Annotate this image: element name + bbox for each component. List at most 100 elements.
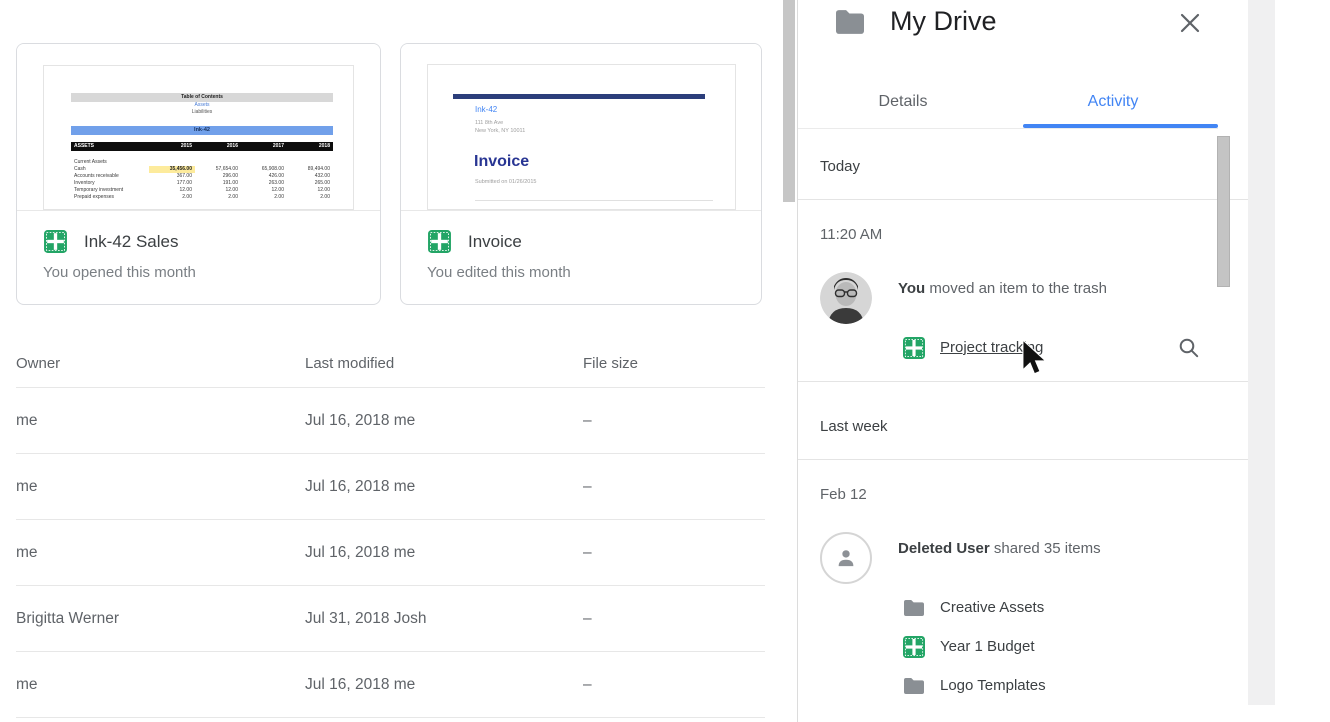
suggested-file-card-invoice[interactable]: Ink-42 111 8th Ave New York, NY 10011 In…	[400, 43, 762, 305]
feed-section: Last weekFeb 12Deleted User shared 35 it…	[798, 382, 1248, 705]
feed-divider	[798, 199, 1248, 200]
sheet-row: Current Assets	[71, 159, 333, 166]
file-thumbnail-invoice[interactable]: Ink-42 111 8th Ave New York, NY 10011 In…	[401, 44, 761, 211]
cell-last-modified: Jul 31, 2018 Josh	[305, 610, 583, 628]
invoice-company: Ink-42	[475, 105, 497, 114]
cell-last-modified: Jul 16, 2018 me	[305, 544, 583, 562]
column-header-owner[interactable]: Owner	[16, 355, 305, 372]
sheet-toc-title: Table of Contents	[71, 93, 333, 102]
folder-icon	[833, 8, 867, 36]
feed-entry-body: Deleted User shared 35 items Creative Ass…	[898, 532, 1200, 705]
cell-file-size: –	[583, 610, 765, 628]
invoice-preview-page: Ink-42 111 8th Ave New York, NY 10011 In…	[427, 64, 736, 210]
close-icon[interactable]	[1175, 8, 1205, 38]
column-header-file-size[interactable]: File size	[583, 355, 765, 372]
tab-bar-border	[798, 128, 1218, 129]
table-row[interactable]: meJul 16, 2018 me–	[16, 520, 765, 586]
feed-file-name[interactable]: Project tracking	[940, 339, 1043, 356]
sheet-data-rows: Current AssetsCash35,456.0057,654.0065,9…	[71, 159, 333, 201]
sheet-cell: 2.00	[149, 194, 195, 201]
sheet-cell: 12.00	[195, 187, 241, 194]
user-avatar	[820, 272, 872, 324]
feed-actor: Deleted User	[898, 540, 990, 557]
sheet-header-cell: 2016	[195, 142, 241, 151]
table-row[interactable]: meJul 16, 2018 me–	[16, 454, 765, 520]
cell-file-size: –	[583, 544, 765, 562]
sheet-cell: 12.00	[287, 187, 333, 194]
sheet-banner: Ink-42	[71, 126, 333, 135]
cell-owner: me	[16, 478, 305, 496]
file-title[interactable]: Ink-42 Sales	[84, 232, 179, 252]
file-list: Owner Last modified File size meJul 16, …	[16, 340, 765, 718]
tab-details[interactable]: Details	[798, 82, 1008, 128]
sheet-toc-link-assets: Assets	[71, 102, 333, 109]
card-footer: Invoice You edited this month	[401, 211, 761, 283]
main-scrollbar[interactable]	[783, 0, 795, 202]
file-activity-hint: You edited this month	[427, 263, 761, 283]
feed-file-row[interactable]: Year 1 Budget	[898, 627, 1200, 666]
sheet-cell	[241, 159, 287, 166]
sheet-header-cell: 2018	[287, 142, 333, 151]
feed-entry-description: Deleted User shared 35 items	[898, 538, 1200, 560]
cell-last-modified: Jul 16, 2018 me	[305, 478, 583, 496]
sheet-cell: Cash	[71, 166, 149, 173]
invoice-divider	[475, 200, 713, 201]
feed-section-header: Today	[798, 130, 1248, 199]
invoice-heading: Invoice	[474, 153, 529, 171]
feed-file-name[interactable]: Creative Assets	[940, 599, 1044, 616]
suggested-file-card-ink42-sales[interactable]: Table of Contents Assets Liabilities Ink…	[16, 43, 381, 305]
cell-owner: Brigitta Werner	[16, 610, 305, 628]
file-title[interactable]: Invoice	[468, 232, 522, 252]
feed-file-row[interactable]: Logo Templates	[898, 666, 1200, 705]
sheet-cell: Inventory	[71, 180, 149, 187]
cell-last-modified: Jul 16, 2018 me	[305, 676, 583, 694]
file-thumbnail-ink42-sales[interactable]: Table of Contents Assets Liabilities Ink…	[17, 44, 380, 211]
sheet-cell: 2.00	[195, 194, 241, 201]
person-icon	[833, 545, 859, 571]
panel-scrollbar[interactable]	[1217, 136, 1230, 287]
sheet-cell: Accounts receivable	[71, 173, 149, 180]
sheet-cell: 89,494.00	[287, 166, 333, 173]
sheet-cell: 367.00	[149, 173, 195, 180]
tab-activity[interactable]: Activity	[1008, 82, 1218, 128]
panel-tabs: Details Activity	[798, 82, 1218, 128]
feed-file-name[interactable]: Logo Templates	[940, 677, 1046, 694]
sheet-cell	[195, 159, 241, 166]
card-footer: Ink-42 Sales You opened this month	[17, 211, 380, 283]
feed-file-row[interactable]: Creative Assets	[898, 588, 1200, 627]
sheet-cell: 2.00	[241, 194, 287, 201]
feed-timestamp: 11:20 AM	[820, 224, 1226, 246]
sheet-cell: 65,908.00	[241, 166, 287, 173]
details-panel: My Drive Details Activity Today 11:20 AM Y…	[797, 0, 1248, 722]
cell-last-modified: Jul 16, 2018 me	[305, 412, 583, 430]
invoice-submitted: Submitted on 01/26/2015	[475, 179, 536, 185]
sheet-preview-page: Table of Contents Assets Liabilities Ink…	[43, 65, 354, 210]
panel-header: My Drive	[798, 0, 1248, 55]
sheet-row: Prepaid expenses2.002.002.002.00	[71, 194, 333, 201]
sheets-file-icon	[902, 336, 926, 360]
feed-file-name[interactable]: Year 1 Budget	[940, 638, 1035, 655]
file-list-header: Owner Last modified File size	[16, 340, 765, 387]
feed-entry-description: You moved an item to the trash	[898, 278, 1200, 300]
search-icon[interactable]	[1178, 337, 1200, 359]
sheet-cell: Current Assets	[71, 159, 149, 166]
feed-file-row[interactable]: Project tracking	[898, 328, 1200, 367]
table-row[interactable]: Brigitta WernerJul 31, 2018 Josh–	[16, 586, 765, 652]
sheets-file-icon	[427, 229, 452, 254]
sheet-cell: 265.00	[287, 180, 333, 187]
cell-file-size: –	[583, 478, 765, 496]
feed-timestamp: Feb 12	[820, 484, 1226, 506]
column-header-last-modified[interactable]: Last modified	[305, 355, 583, 372]
sheet-header-row: ASSETS2015201620172018	[71, 142, 333, 151]
sheet-cell: Temporary investment	[71, 187, 149, 194]
invoice-top-rule	[453, 94, 705, 99]
sheet-row: Accounts receivable367.00296.00426.00432…	[71, 173, 333, 180]
file-activity-hint: You opened this month	[43, 263, 380, 283]
feed-section: Today 11:20 AM You moved an item to the tr…	[798, 130, 1248, 382]
table-row[interactable]: meJul 16, 2018 me–	[16, 388, 765, 454]
sheet-preview-table: Table of Contents Assets Liabilities Ink…	[71, 93, 333, 201]
sheet-header-cell: ASSETS	[71, 142, 149, 151]
feed-entry-files: Project tracking	[898, 328, 1200, 367]
sheet-cell	[287, 159, 333, 166]
table-row[interactable]: meJul 16, 2018 me–	[16, 652, 765, 718]
